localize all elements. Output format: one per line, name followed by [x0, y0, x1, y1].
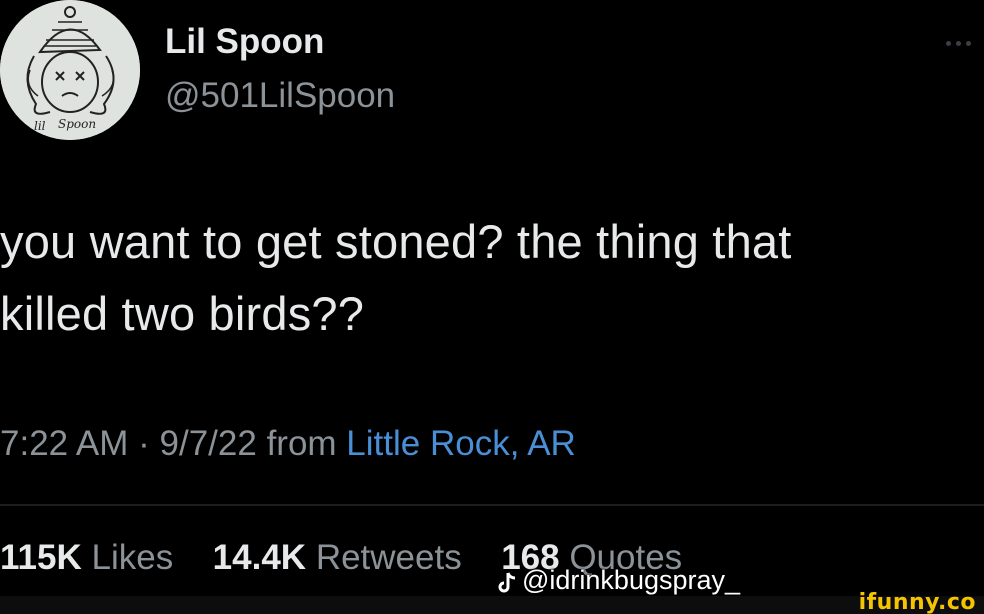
svg-text:lil: lil — [34, 119, 46, 133]
retweets-count: 14.4K — [212, 538, 307, 577]
avatar-drawing-icon: lil Spoon — [0, 0, 140, 140]
avatar[interactable]: lil Spoon — [0, 0, 140, 140]
tweet-text: you want to get stoned? the thing that k… — [0, 215, 792, 340]
display-name[interactable]: Lil Spoon — [165, 22, 324, 62]
retweets-stat[interactable]: 14.4K Retweets — [203, 538, 472, 577]
divider — [0, 504, 984, 506]
location-link[interactable]: Little Rock, AR — [346, 424, 576, 463]
more-dots-icon[interactable] — [946, 36, 984, 50]
tweet-card: lil Spoon Lil Spoon @501LilSpoon you wan… — [0, 0, 984, 614]
tiktok-watermark: @idrinkbugspray_ — [498, 565, 740, 596]
svg-text:Spoon: Spoon — [58, 117, 96, 131]
likes-stat[interactable]: 115K Likes — [0, 538, 183, 577]
bottom-bar — [0, 596, 984, 614]
tiktok-handle: @idrinkbugspray_ — [522, 565, 741, 595]
tweet-date[interactable]: 9/7/22 — [160, 424, 257, 463]
user-handle[interactable]: @501LilSpoon — [165, 76, 395, 116]
retweets-label: Retweets — [315, 538, 462, 577]
from-label: from — [256, 424, 347, 463]
likes-label: Likes — [91, 538, 174, 577]
meta-separator: · — [128, 424, 160, 463]
likes-count: 115K — [0, 538, 82, 577]
ifunny-watermark: ifunny.co — [858, 590, 976, 614]
tweet-meta: 7:22 AM · 9/7/22 from Little Rock, AR — [0, 424, 576, 464]
tiktok-icon — [498, 570, 516, 592]
tweet-time[interactable]: 7:22 AM — [0, 424, 128, 463]
